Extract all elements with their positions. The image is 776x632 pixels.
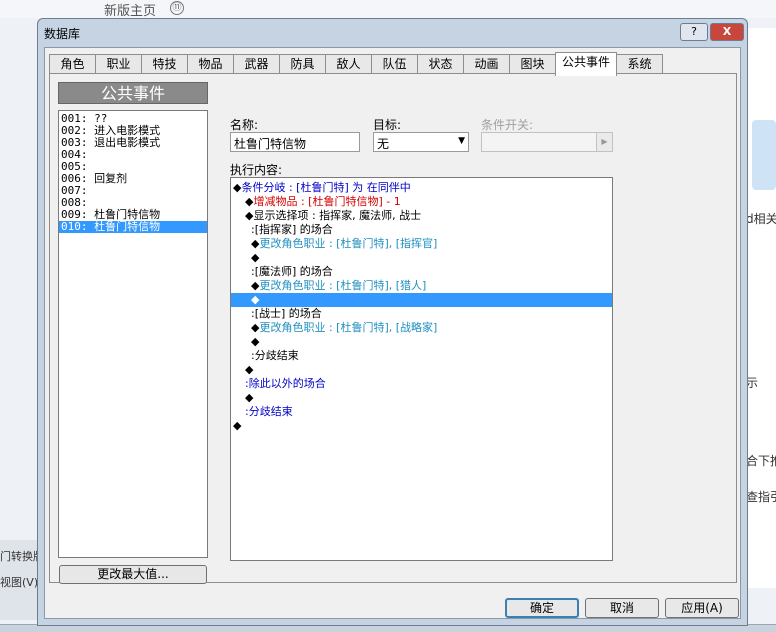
diamond-icon: ◆ [251,251,260,264]
tab-4[interactable]: 武器 [233,54,280,74]
target-value: 无 [377,137,390,151]
titlebar: 数据库 ? X [38,19,747,45]
tab-1[interactable]: 职业 [95,54,142,74]
command-line[interactable]: ◆显示选择项 : 指挥家, 魔法师, 战士 [231,209,612,223]
tab-8[interactable]: 状态 [417,54,464,74]
name-label: 名称: [230,118,259,132]
command-text: 显示选择项 : 指挥家, 魔法师, 战士 [253,209,422,222]
command-text: :[指挥家] 的场合 [251,223,333,236]
background-left-text-1: 门转换版 [0,550,38,563]
command-line[interactable]: ◆ [231,391,612,405]
background-right-text-3: 合下推 [746,454,776,468]
command-line[interactable]: ◆增减物品 : [杜鲁门特信物] - 1 [231,195,612,209]
background-right-text-1: d相关 [746,212,776,226]
tab-7[interactable]: 队伍 [371,54,418,74]
command-text: 增减物品 : [杜鲁门特信物] - 1 [253,195,401,208]
dialog-client-area: 角色 职业 特技 物品 武器 防具 敌人 队伍 状态 动画 图块 公共事件 系统 公共事件 001: ?… [44,47,741,619]
diamond-icon: ◆ [251,293,260,306]
window-title: 数据库 [44,27,81,41]
common-events-panel: 公共事件 001: ?? 002: 进入电影模式 003: 退出电影模式 004: 0… [49,73,737,584]
background-right-decoration [752,120,776,190]
tab-11[interactable]: 公共事件 [555,52,617,76]
target-label: 目标: [373,118,402,132]
tab-9[interactable]: 动画 [463,54,510,74]
background-top-icon: ⑪ [170,1,184,15]
list-item-name: 退出电影模式 [94,136,161,149]
apply-button[interactable]: 应用(A) [665,598,739,618]
name-input[interactable]: 杜鲁门特信物 [230,132,360,152]
background-top-text: 新版主页 [104,4,157,19]
command-line[interactable]: :[魔法师] 的场合 [231,265,612,279]
tab-0[interactable]: 角色 [49,54,96,74]
background-right-text-2: 示 [746,376,759,390]
command-line[interactable]: ◆ [231,335,612,349]
command-line[interactable]: :[指挥家] 的场合 [231,223,612,237]
command-text: 更改角色职业 : [杜鲁门特], [指挥官] [259,237,438,250]
background-right-text-4: 查指引 [746,490,776,504]
command-text: 更改角色职业 : [杜鲁门特], [猎人] [259,279,427,292]
command-line[interactable]: ◆更改角色职业 : [杜鲁门特], [猎人] [231,279,612,293]
help-button[interactable]: ? [680,23,708,41]
command-line[interactable]: :除此以外的场合 [231,377,612,391]
list-item[interactable]: 010: 杜鲁门特信物 [59,221,207,233]
target-select[interactable]: 无 ▼ [373,132,469,152]
command-line[interactable]: :[战士] 的场合 [231,307,612,321]
change-max-button[interactable]: 更改最大值... [59,565,207,584]
chevron-right-icon: ▶ [596,133,612,151]
command-line[interactable]: ◆条件分岐 : [杜鲁门特] 为 在同伴中 [231,181,612,195]
command-text: :分歧结束 [251,349,299,362]
command-text: :分歧结束 [245,405,293,418]
tab-5[interactable]: 防具 [279,54,326,74]
content-label: 执行内容: [230,163,283,177]
tab-10[interactable]: 图块 [509,54,556,74]
command-text: :[战士] 的场合 [251,307,322,320]
command-line[interactable]: ◆更改角色职业 : [杜鲁门特], [战略家] [231,321,612,335]
list-item-name: 杜鲁门特信物 [94,220,161,233]
switch-label: 条件开关: [481,118,534,132]
command-line[interactable]: ◆ [231,251,612,265]
background-left-text-2: 视图(V) [0,576,38,589]
database-dialog: 数据库 ? X 角色 职业 特技 物品 武器 防具 敌人 队伍 状态 动画 图块 公共事件 系统 公共事… [37,18,748,626]
list-header: 公共事件 [58,82,208,104]
list-item-name: 回复剂 [94,172,128,185]
tab-2[interactable]: 特技 [141,54,188,74]
command-line[interactable]: ◆ [231,293,612,307]
command-list[interactable]: ◆条件分岐 : [杜鲁门特] 为 在同伴中 ◆增减物品 : [杜鲁门特信物] - … [230,177,613,561]
cancel-button[interactable]: 取消 [585,598,659,618]
diamond-icon: ◆ [245,363,254,376]
command-line[interactable]: :分歧结束 [231,405,612,419]
tab-12[interactable]: 系统 [616,54,663,74]
command-line[interactable]: ◆更改角色职业 : [杜鲁门特], [指挥官] [231,237,612,251]
command-text: 更改角色职业 : [杜鲁门特], [战略家] [259,321,438,334]
diamond-icon: ◆ [245,391,254,404]
switch-field: ▶ [481,132,613,152]
command-text: :[魔法师] 的场合 [251,265,333,278]
command-text: :除此以外的场合 [245,377,326,390]
command-line[interactable]: ◆ [231,419,612,433]
diamond-icon: ◆ [251,335,260,348]
command-line[interactable]: ◆ [231,363,612,377]
chevron-down-icon: ▼ [458,136,465,146]
tab-6[interactable]: 敌人 [325,54,372,74]
command-text: 条件分岐 : [杜鲁门特] 为 在同伴中 [241,181,411,194]
tab-3[interactable]: 物品 [187,54,234,74]
command-line[interactable]: :分歧结束 [231,349,612,363]
diamond-icon: ◆ [233,419,242,432]
list-item-id: 010: [61,220,88,233]
ok-button[interactable]: 确定 [505,598,579,618]
event-list[interactable]: 001: ?? 002: 进入电影模式 003: 退出电影模式 004: 005: 0… [58,110,208,558]
close-button[interactable]: X [710,23,744,41]
